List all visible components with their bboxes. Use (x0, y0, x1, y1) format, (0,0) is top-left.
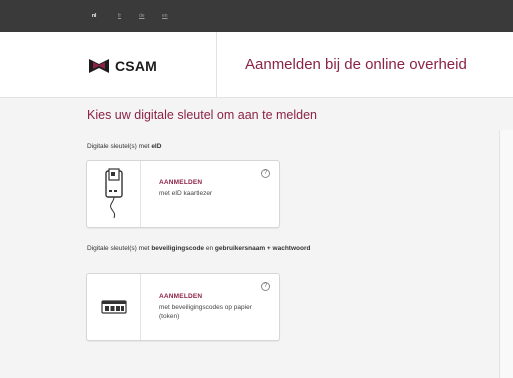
login-card-token[interactable]: AANMELDEN met beveiligingscodes op papie… (86, 273, 280, 341)
login-card-eid[interactable]: AANMELDEN met eID kaartlezer ? (86, 160, 280, 228)
help-icon[interactable]: ? (261, 169, 270, 178)
page-title: Kies uw digitale sleutel om aan te melde… (87, 108, 317, 122)
eid-card-reader-icon (104, 168, 123, 219)
right-column (499, 130, 513, 378)
security-token-icon (100, 300, 127, 314)
language-nl[interactable]: nl (92, 13, 96, 19)
card-icon-cell (87, 274, 141, 340)
help-icon[interactable]: ? (261, 282, 270, 291)
card-description: met beveiligingscodes op papier (token) (159, 304, 252, 320)
language-bar: nl fr de en (0, 0, 513, 32)
section-label-eid: Digitale sleutel(s) met eID (87, 143, 162, 150)
language-de[interactable]: de (139, 13, 145, 19)
section-label-token: Digitale sleutel(s) met beveiligingscode… (87, 245, 311, 252)
csam-logo[interactable]: CSAM (88, 58, 157, 74)
language-fr[interactable]: fr (118, 13, 121, 19)
header: CSAM Aanmelden bij de online overheid (0, 32, 513, 98)
csam-logo-icon (89, 59, 109, 73)
card-title: AANMELDEN (159, 293, 203, 300)
logo-text: CSAM (115, 58, 158, 74)
card-icon-cell (87, 161, 141, 227)
header-divider (216, 32, 217, 98)
card-description: met eID kaartlezer (159, 190, 213, 197)
card-title: AANMELDEN (159, 179, 203, 186)
language-en[interactable]: en (162, 13, 168, 19)
header-title: Aanmelden bij de online overheid (245, 56, 467, 73)
